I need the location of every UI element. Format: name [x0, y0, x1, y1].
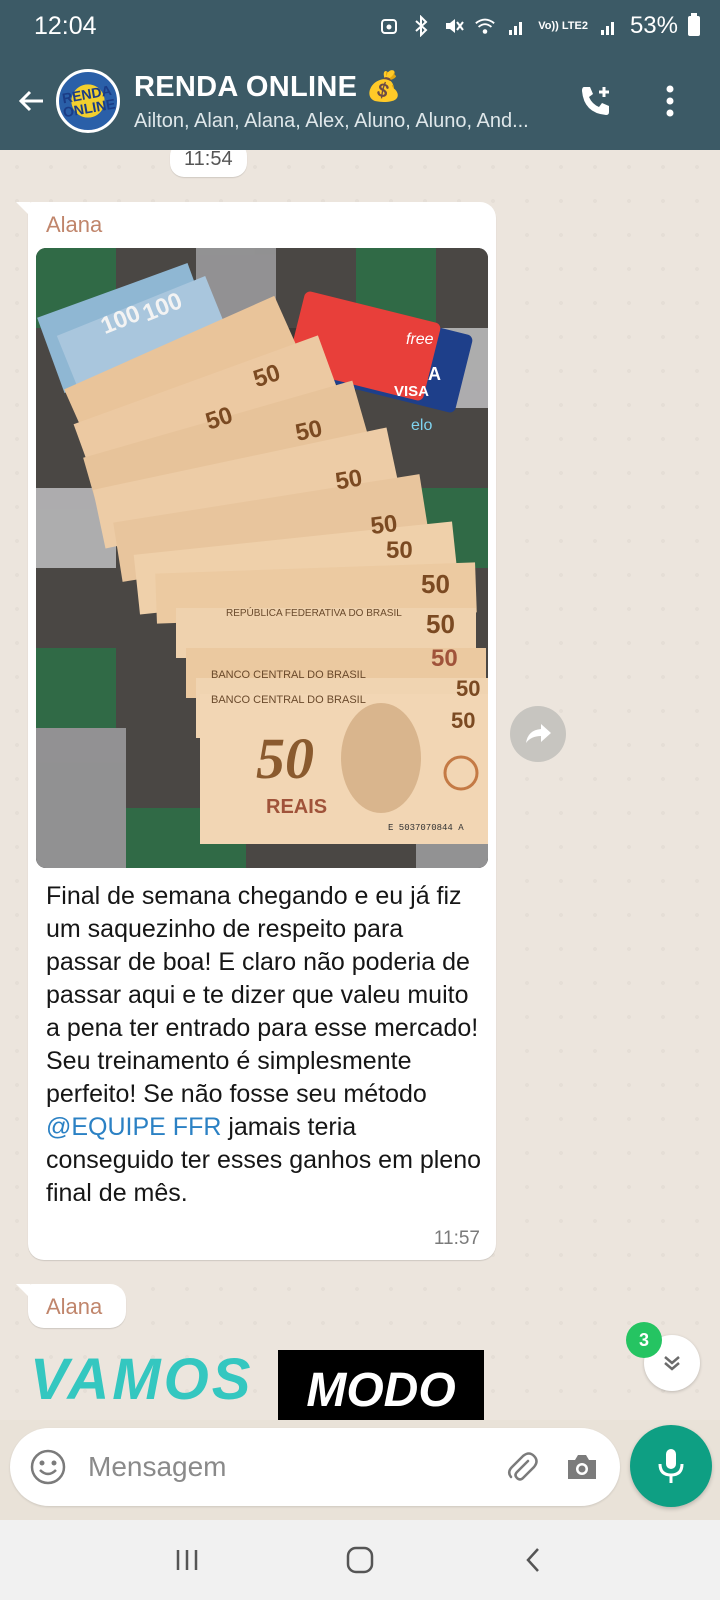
nav-back-icon[interactable] — [503, 1530, 563, 1590]
card-2-brand: elo — [411, 417, 432, 434]
battery-icon — [688, 13, 700, 36]
status-time: 12:04 — [34, 11, 97, 40]
message-text-before: Final de semana chegando e eu já fiz um … — [46, 882, 479, 1108]
message-time: 11:57 — [433, 1228, 480, 1249]
message-sender-2: Alana — [46, 1294, 103, 1319]
signal-icon — [506, 15, 528, 37]
group-members: Ailton, Alan, Alana, Alex, Aluno, Aluno,… — [134, 109, 529, 132]
message-input[interactable] — [88, 1451, 500, 1483]
group-avatar[interactable]: RENDA ONLINE — [56, 69, 120, 133]
note-text-banco-2: BANCO CENTRAL DO BRASIL — [211, 694, 366, 706]
notification-icon — [378, 15, 400, 37]
note-50-e: 50 — [369, 510, 399, 540]
message-text: Final de semana chegando e eu já fiz um … — [46, 880, 482, 1210]
promo-text-right: MODO — [278, 1350, 484, 1420]
note-50-j: 50 — [456, 676, 480, 701]
forward-icon[interactable] — [510, 706, 566, 762]
header-actions — [576, 81, 720, 121]
note-serial: E 5037070844 A — [388, 823, 464, 833]
note-text-republica: REPÚBLICA FEDERATIVA DO BRASIL — [226, 606, 402, 619]
note-reais: REAIS — [266, 796, 327, 818]
wifi-icon — [474, 15, 496, 37]
note-50-i: 50 — [431, 645, 458, 672]
chat-header: RENDA ONLINE RENDA ONLINE 💰 Ailton, Alan… — [0, 52, 720, 150]
time-divider: 11:54 — [170, 150, 247, 177]
bluetooth-icon — [410, 15, 432, 37]
note-50-c: 50 — [293, 415, 325, 447]
message-photo[interactable]: 100 100 IXA elo free VISA — [36, 248, 488, 868]
note-50-d: 50 — [333, 464, 364, 495]
more-vert-icon[interactable] — [650, 81, 690, 121]
nav-recents-icon[interactable] — [157, 1530, 217, 1590]
message-mention[interactable]: @EQUIPE FFR — [46, 1113, 221, 1141]
message-bubble-2[interactable]: Alana — [16, 1284, 126, 1328]
promo-text-left: VAMOS — [30, 1347, 254, 1412]
status-icons: Vo)) LTE2 53% — [378, 12, 700, 40]
nav-home-icon[interactable] — [330, 1530, 390, 1590]
back-arrow-icon[interactable] — [10, 79, 54, 123]
camera-icon[interactable] — [560, 1445, 604, 1489]
attach-icon[interactable] — [500, 1445, 544, 1489]
battery-percent: 53% — [629, 12, 678, 39]
mic-icon[interactable] — [630, 1425, 712, 1507]
note-50-big: 50 — [256, 726, 314, 791]
message-composer — [10, 1428, 620, 1506]
card-1-brand: VISA — [394, 383, 429, 400]
note-50-g: 50 — [421, 569, 450, 599]
signal-2-icon — [598, 15, 620, 37]
chat-area[interactable]: 11:54 Alana 100 100 elo free VISA 50 50 … — [0, 150, 720, 1420]
group-title: RENDA ONLINE 💰 — [134, 70, 403, 103]
status-bar: 12:04 Vo)) LTE2 53% — [0, 0, 720, 52]
add-call-icon[interactable] — [576, 81, 616, 121]
avatar-logo-text: RENDA ONLINE — [60, 81, 117, 121]
message-bubble[interactable]: Alana 100 100 elo free VISA 50 50 50 50 … — [16, 202, 496, 1260]
note-50-corner: 50 — [451, 708, 475, 733]
card-1-text: free — [406, 331, 434, 348]
message-sender: Alana — [46, 212, 103, 237]
mute-icon — [442, 15, 465, 37]
unread-badge: 3 — [626, 1322, 662, 1358]
emoji-icon[interactable] — [26, 1445, 70, 1489]
lte-label: Vo)) LTE2 — [538, 19, 588, 32]
group-info[interactable]: RENDA ONLINE 💰 Ailton, Alan, Alana, Alex… — [134, 70, 574, 133]
note-50-h: 50 — [426, 609, 455, 639]
system-nav-bar — [0, 1520, 720, 1600]
note-50-f: 50 — [386, 537, 413, 564]
note-text-banco: BANCO CENTRAL DO BRASIL — [211, 669, 366, 681]
